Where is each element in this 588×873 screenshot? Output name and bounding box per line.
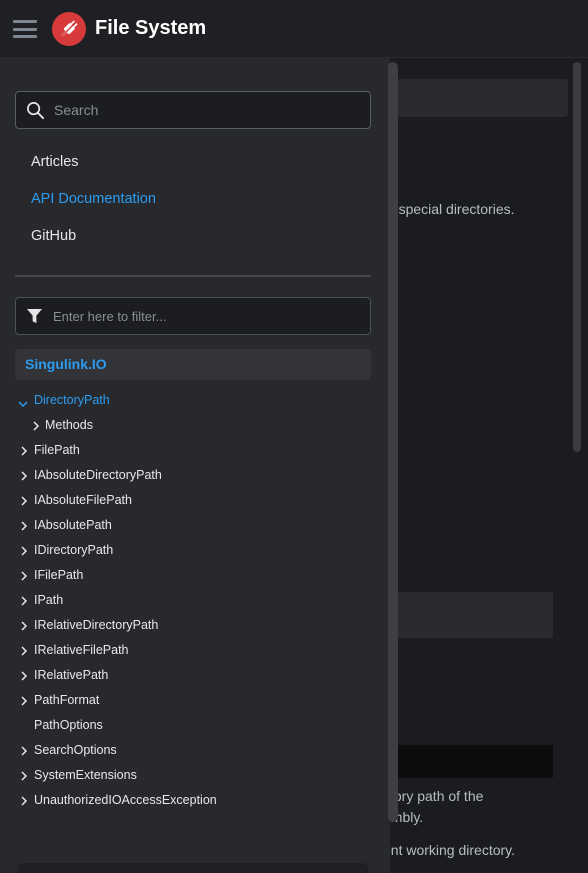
toc-item-label: IDirectoryPath: [34, 543, 114, 557]
toc-item-label: UnauthorizedIOAccessException: [34, 793, 217, 807]
toc-item[interactable]: IFilePath: [0, 563, 388, 588]
drawer-footer-box: [18, 863, 368, 873]
toc-item-label: PathOptions: [34, 718, 103, 732]
toc-item[interactable]: UnauthorizedIOAccessException: [0, 788, 388, 813]
toc-item[interactable]: SearchOptions: [0, 738, 388, 763]
nav-link-api-documentation[interactable]: API Documentation: [31, 191, 156, 207]
page-scrollbar[interactable]: [573, 62, 581, 452]
chevron-right-icon[interactable]: [20, 545, 28, 556]
plug-logo-icon[interactable]: [52, 12, 86, 46]
chevron-right-icon[interactable]: [20, 445, 28, 456]
toc-item-label: IRelativeDirectoryPath: [34, 618, 159, 632]
toc-item-label: IRelativeFilePath: [34, 643, 129, 657]
nav-divider: [15, 275, 371, 277]
toc-item-label: IRelativePath: [34, 668, 109, 682]
table-cell-text: ent working directory.: [383, 842, 516, 858]
chevron-down-icon[interactable]: [18, 397, 28, 408]
toc-item-label: DirectoryPath: [34, 393, 110, 407]
toc-item[interactable]: FilePath: [0, 438, 388, 463]
toc-item-label: SearchOptions: [34, 743, 117, 757]
toc-item[interactable]: IRelativePath: [0, 663, 388, 688]
toc-item[interactable]: PathOptions: [0, 713, 388, 738]
search-box[interactable]: [15, 91, 371, 129]
toc-item[interactable]: IPath: [0, 588, 388, 613]
toc-tree: DirectoryPath Methods FilePath IAbsoluteDir…: [0, 388, 388, 813]
toc-item[interactable]: DirectoryPath: [0, 388, 388, 413]
chevron-right-icon[interactable]: [20, 795, 28, 806]
app-title[interactable]: File System: [95, 17, 206, 40]
toc-item-label: IAbsolutePath: [34, 518, 112, 532]
drawer-scrollbar[interactable]: [388, 62, 398, 822]
toc-item-label: IFilePath: [34, 568, 84, 582]
chevron-right-icon[interactable]: [20, 470, 28, 481]
summary-text: th special directories.: [383, 201, 515, 217]
nav-link-articles[interactable]: Articles: [31, 154, 79, 170]
chevron-right-icon[interactable]: [20, 595, 28, 606]
chevron-right-icon[interactable]: [20, 495, 28, 506]
toc-item-label: Methods: [45, 418, 93, 432]
chevron-right-icon[interactable]: [20, 745, 28, 756]
nav-link-github[interactable]: GitHub: [31, 228, 76, 244]
chevron-right-icon[interactable]: [20, 770, 28, 781]
toc-item[interactable]: PathFormat: [0, 688, 388, 713]
toc-item-label: IAbsoluteFilePath: [34, 493, 132, 507]
chevron-right-icon[interactable]: [20, 645, 28, 656]
filter-input[interactable]: [53, 298, 363, 334]
search-icon: [27, 102, 45, 120]
toc-item-label: IAbsoluteDirectoryPath: [34, 468, 162, 482]
toc-item-label: SystemExtensions: [34, 768, 137, 782]
toc-item[interactable]: SystemExtensions: [0, 763, 388, 788]
toc-item-label: PathFormat: [34, 693, 100, 707]
chevron-right-icon[interactable]: [32, 420, 40, 431]
chevron-right-icon[interactable]: [20, 670, 28, 681]
toc-item[interactable]: IRelativeDirectoryPath: [0, 613, 388, 638]
toc-item[interactable]: IDirectoryPath: [0, 538, 388, 563]
toc-item[interactable]: Methods: [0, 413, 388, 438]
hamburger-menu-icon[interactable]: [13, 20, 37, 38]
toc-item[interactable]: IRelativeFilePath: [0, 638, 388, 663]
table-cell-text: ctory path of the: [383, 788, 484, 804]
filter-funnel-icon: [27, 309, 42, 324]
toc-item-label: IPath: [34, 593, 64, 607]
search-input[interactable]: [54, 92, 364, 128]
chevron-right-icon[interactable]: [20, 570, 28, 581]
toc-item[interactable]: IAbsoluteDirectoryPath: [0, 463, 388, 488]
chevron-right-icon[interactable]: [20, 520, 28, 531]
toc-item[interactable]: IAbsolutePath: [0, 513, 388, 538]
top-navbar: File System: [0, 0, 588, 58]
chevron-right-icon[interactable]: [20, 620, 28, 631]
namespace-label: Singulink.IO: [25, 356, 107, 372]
filter-box[interactable]: [15, 297, 371, 335]
toc-item-label: FilePath: [34, 443, 80, 457]
toc-item[interactable]: IAbsoluteFilePath: [0, 488, 388, 513]
chevron-right-icon[interactable]: [20, 695, 28, 706]
namespace-header[interactable]: Singulink.IO: [15, 349, 371, 380]
